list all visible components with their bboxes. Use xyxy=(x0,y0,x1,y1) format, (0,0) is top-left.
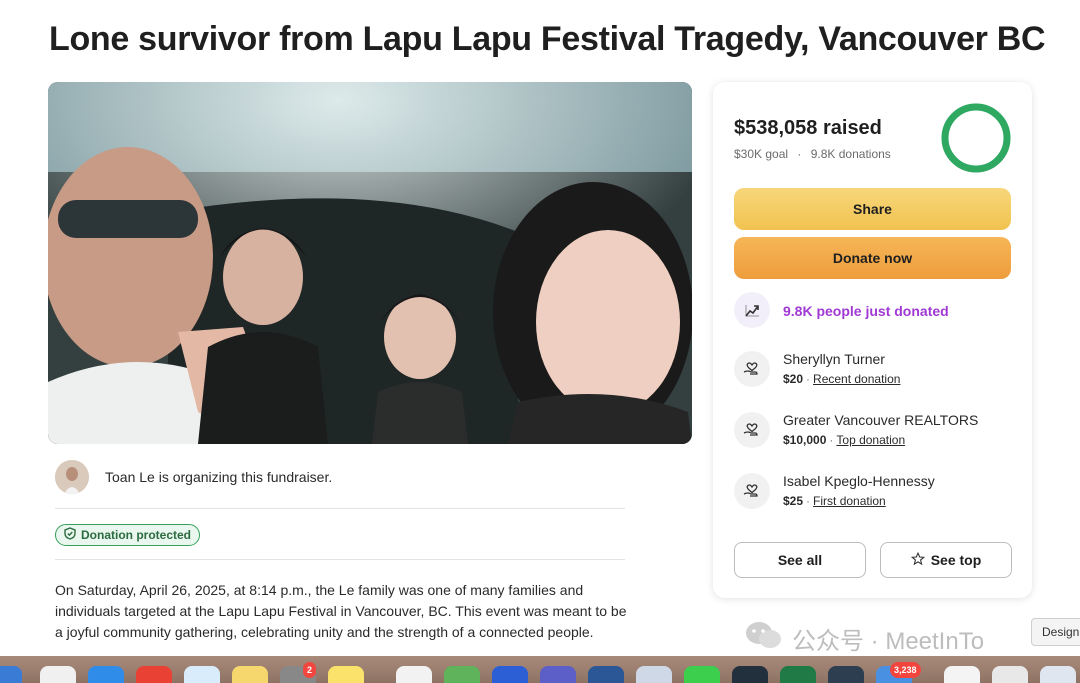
see-all-label: See all xyxy=(777,552,823,568)
amount-raised: $538,058 raised xyxy=(734,117,882,139)
heart-hand-icon xyxy=(734,351,770,387)
campaign-photo-illustration xyxy=(48,82,692,444)
watermark: 公众号 · MeetInTo xyxy=(744,620,984,657)
donor-amount: $25 xyxy=(783,494,804,508)
page-title: Lone survivor from Lapu Lapu Festival Tr… xyxy=(49,20,1046,58)
donation-card: $538,058 raised $30K goal · 9.8K donatio… xyxy=(713,82,1032,598)
heart-hand-icon xyxy=(734,473,770,509)
mail-badge: 3,238 xyxy=(890,662,921,678)
donation-type-link[interactable]: Top donation xyxy=(836,433,905,447)
separator: · xyxy=(806,372,811,386)
goal-amount: $30K goal xyxy=(734,147,789,161)
see-top-label: See top xyxy=(930,552,982,568)
just-donated-text[interactable]: 9.8K people just donated xyxy=(783,303,949,319)
progress-ring xyxy=(940,102,1012,174)
organizer-avatar[interactable] xyxy=(55,460,89,494)
see-top-button[interactable]: See top xyxy=(880,542,1012,578)
donation-type-link[interactable]: First donation xyxy=(813,494,886,508)
donor-name: Greater Vancouver REALTORS xyxy=(783,412,979,428)
pages-icon[interactable] xyxy=(232,666,268,683)
chrome-icon[interactable] xyxy=(136,666,172,683)
wechat-app-icon[interactable] xyxy=(684,666,720,683)
separator: · xyxy=(806,494,811,508)
shield-check-icon xyxy=(64,527,76,543)
window-thumbnail[interactable] xyxy=(1040,666,1076,683)
donor-item: Greater Vancouver REALTORS $10,000 · Top d… xyxy=(734,411,1024,455)
donor-name: Sheryllyn Turner xyxy=(783,351,885,367)
donation-type-link[interactable]: Recent donation xyxy=(813,372,900,386)
launchpad-icon[interactable] xyxy=(40,666,76,683)
star-icon xyxy=(910,551,925,569)
document-icon[interactable] xyxy=(944,666,980,683)
excel-icon[interactable] xyxy=(780,666,816,683)
organizer-text: Toan Le is organizing this fundraiser. xyxy=(105,469,333,485)
calendar-icon[interactable] xyxy=(396,666,432,683)
avatar-photo xyxy=(55,460,89,494)
teams-icon[interactable] xyxy=(540,666,576,683)
see-all-button[interactable]: See all xyxy=(734,542,866,578)
trend-up-icon xyxy=(734,292,770,328)
story-text: On Saturday, April 26, 2025, at 8:14 p.m… xyxy=(55,582,627,640)
donor-meta: $10,000 · Top donation xyxy=(783,433,905,447)
window-thumbnail[interactable] xyxy=(992,666,1028,683)
donor-amount: $20 xyxy=(783,372,804,386)
donor-item: Isabel Kpeglo-Hennessy $25 · First donatio… xyxy=(734,472,1024,516)
separator: · xyxy=(797,147,802,161)
goal-summary: $30K goal · 9.8K donations xyxy=(734,147,891,161)
protection-row: Donation protected xyxy=(55,509,625,560)
donor-item: Sheryllyn Turner $20 · Recent donation xyxy=(734,350,1024,394)
campaign-photo xyxy=(48,82,692,444)
organizer-row: Toan Le is organizing this fundraiser. xyxy=(55,460,625,509)
app-icon[interactable] xyxy=(636,666,672,683)
share-button[interactable]: Share xyxy=(734,188,1011,230)
heart-hand-icon xyxy=(734,412,770,448)
app-icon[interactable] xyxy=(828,666,864,683)
zoom-icon[interactable] xyxy=(492,666,528,683)
donor-meta: $25 · First donation xyxy=(783,494,886,508)
dock: 2 3,238 xyxy=(0,656,1080,683)
notes-icon[interactable] xyxy=(328,666,364,683)
separator: · xyxy=(829,433,834,447)
notification-badge: 2 xyxy=(303,662,317,678)
preview-icon[interactable] xyxy=(184,666,220,683)
maps-icon[interactable] xyxy=(444,666,480,683)
wechat-icon xyxy=(744,620,784,657)
donation-protected-label: Donation protected xyxy=(81,528,191,542)
donation-count: 9.8K donations xyxy=(810,147,891,161)
donor-meta: $20 · Recent donation xyxy=(783,372,900,386)
safari-icon[interactable] xyxy=(88,666,124,683)
donate-now-button[interactable]: Donate now xyxy=(734,237,1011,279)
tooltip: Design xyxy=(1031,618,1080,646)
donor-name: Isabel Kpeglo-Hennessy xyxy=(783,473,935,489)
word-icon[interactable] xyxy=(588,666,624,683)
donor-amount: $10,000 xyxy=(783,433,827,447)
app-icon[interactable] xyxy=(732,666,768,683)
donation-protected-badge[interactable]: Donation protected xyxy=(55,524,200,546)
finder-icon[interactable] xyxy=(0,666,22,683)
watermark-text: 公众号 · MeetInTo xyxy=(792,628,985,655)
progress-ring-fill xyxy=(941,103,1011,173)
